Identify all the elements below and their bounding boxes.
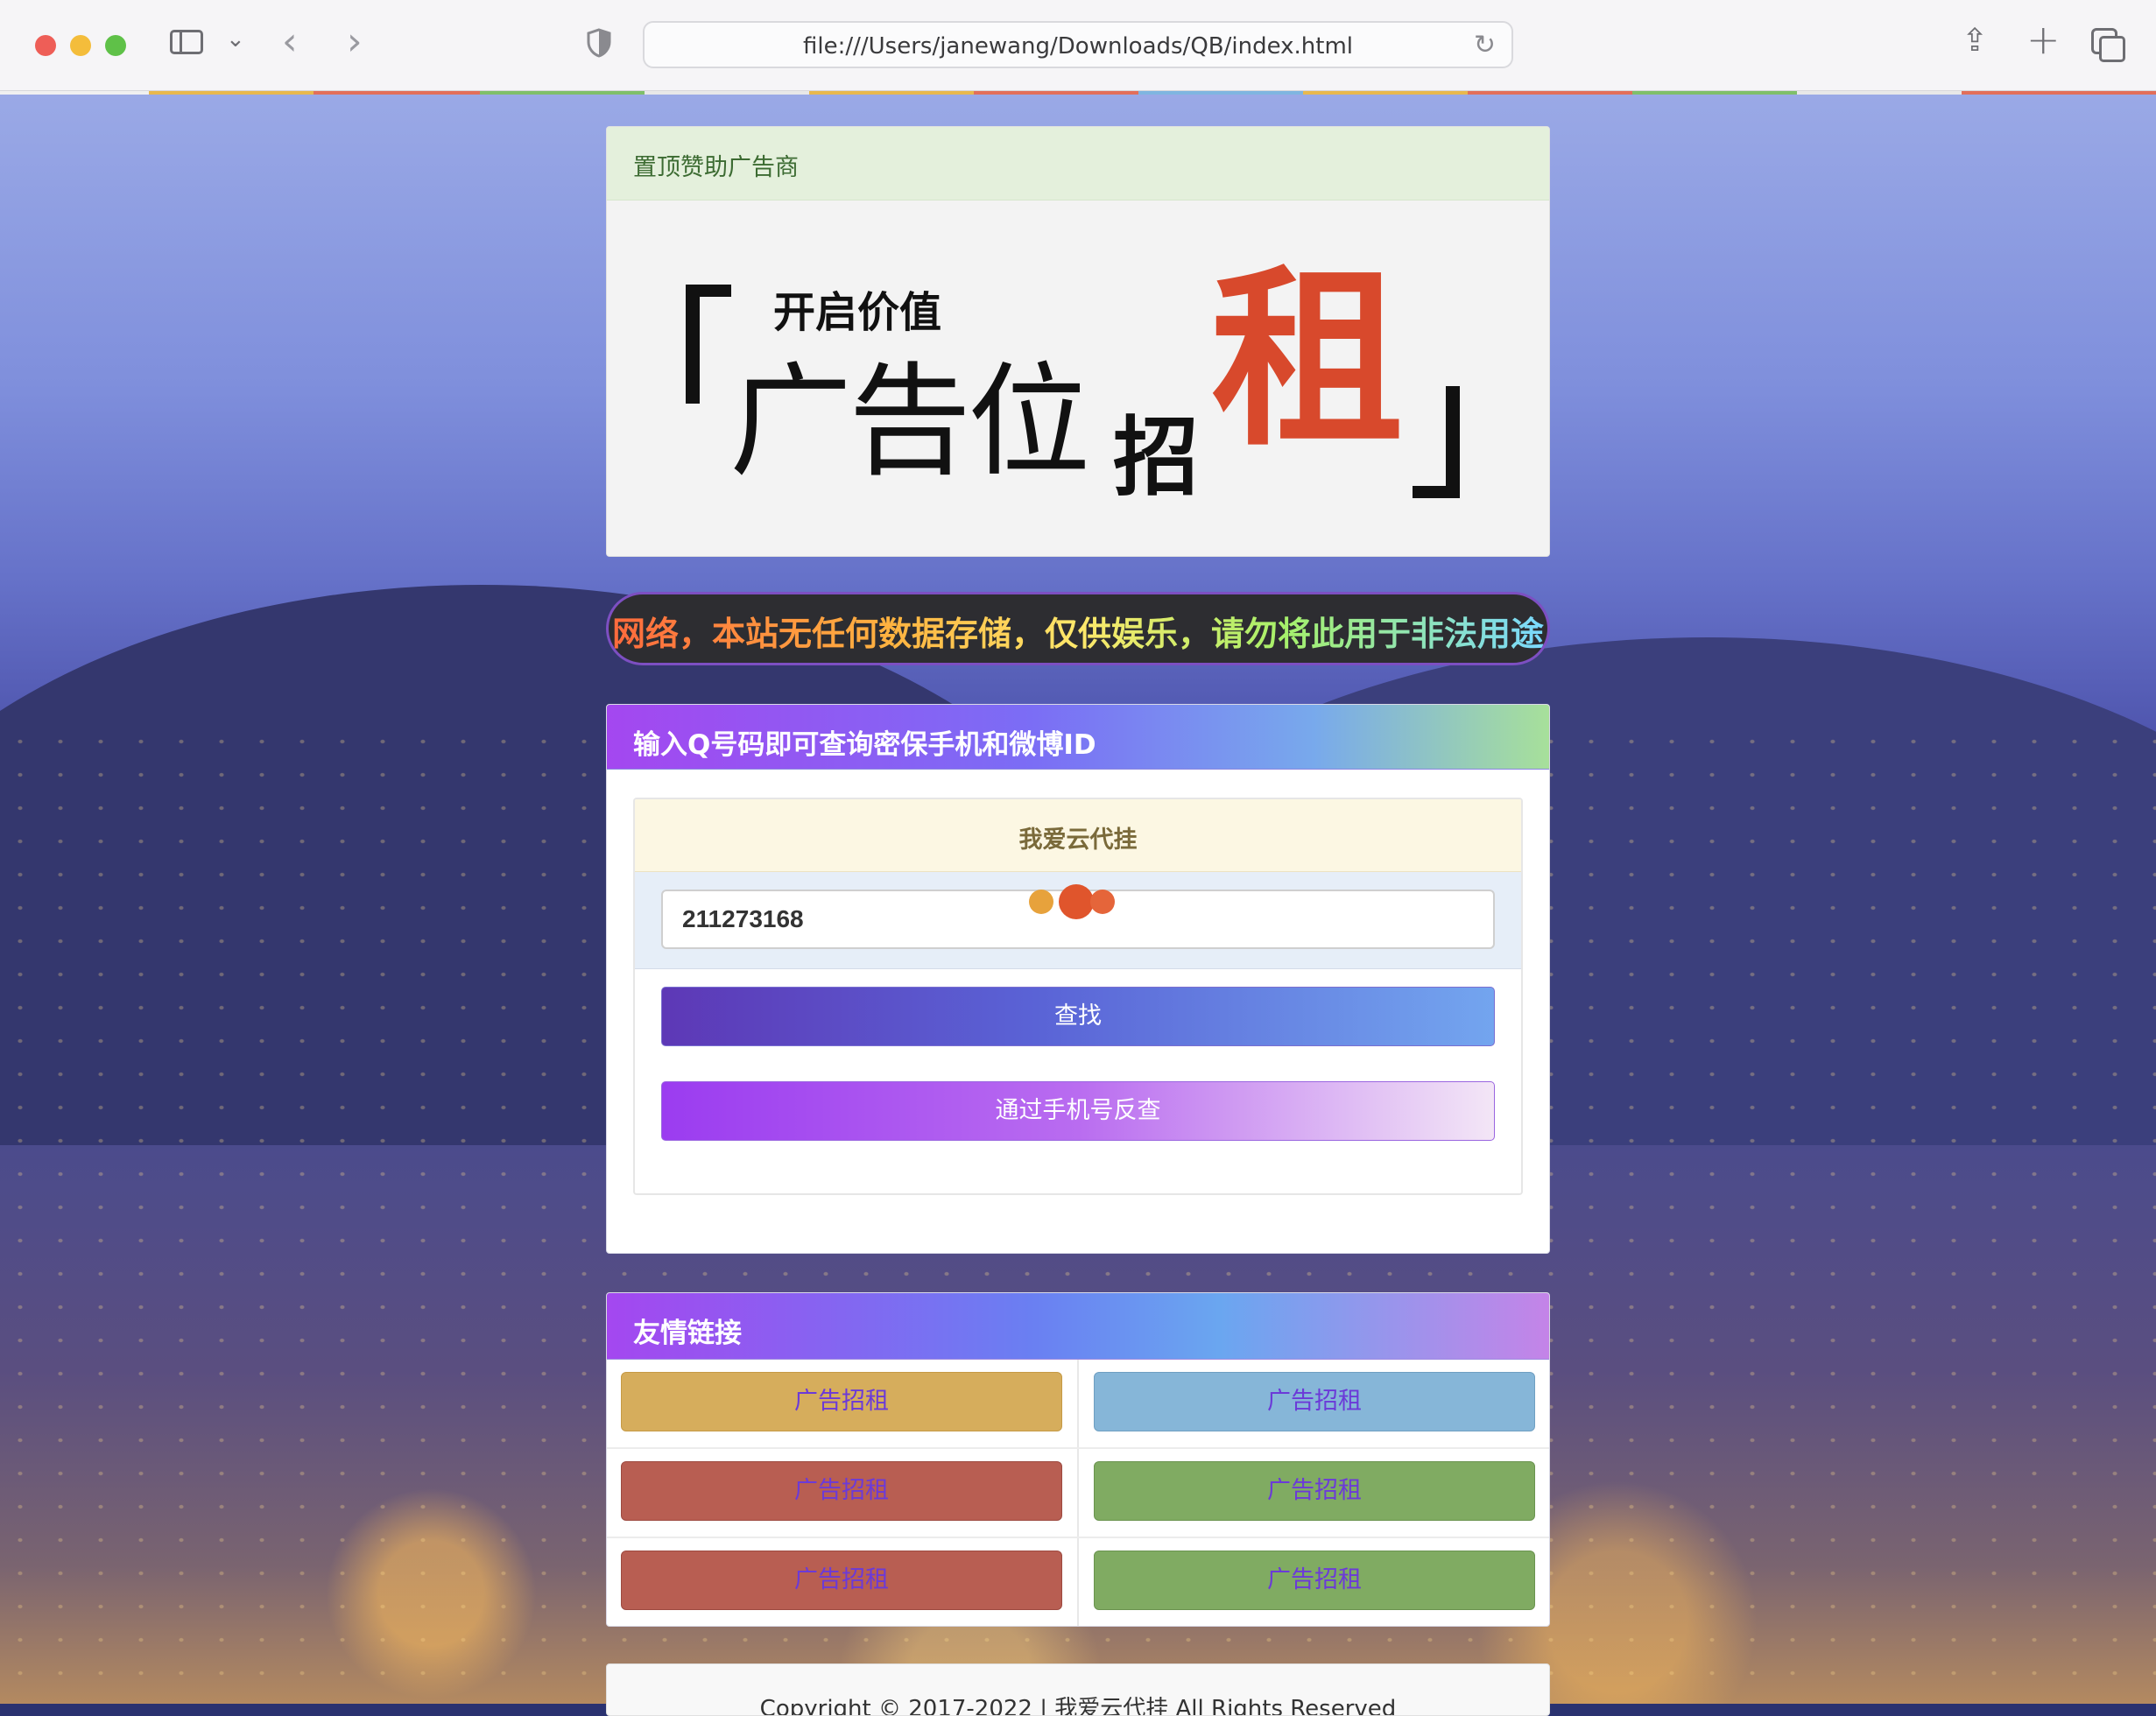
url-text[interactable]: file:///Users/janewang/Downloads/QB/inde… <box>645 33 1511 60</box>
reload-icon[interactable]: ↻ <box>1474 30 1496 60</box>
sidebar-toggle-icon[interactable] <box>170 30 203 54</box>
new-tab-icon[interactable]: + <box>2026 16 2061 63</box>
loading-dots-icon <box>1029 883 1117 919</box>
share-icon[interactable]: ⇪ <box>1962 23 1988 59</box>
banner-mid-text: 招 <box>1113 408 1200 508</box>
chevron-down-icon[interactable]: ⌄ <box>226 26 245 53</box>
banner-right-bracket <box>1413 386 1460 498</box>
sponsor-ad-title: 置顶赞助广告商 <box>633 154 799 181</box>
sponsor-ad-card: 置顶赞助广告商 开启价值 广告位 招 租 <box>606 126 1550 557</box>
ad-banner-image[interactable]: 开启价值 广告位 招 租 <box>607 200 1549 556</box>
query-panel-title: 我爱云代挂 <box>1018 826 1138 854</box>
copyright-text: Copyright © 2017-2022 | 我爱云代挂 All Rights… <box>759 1696 1397 1716</box>
query-panel-header: 我爱云代挂 <box>635 799 1521 872</box>
banner-big-text: 广告位 <box>729 351 1090 494</box>
privacy-shield-icon[interactable] <box>587 28 611 58</box>
back-arrow-icon[interactable]: ‹ <box>282 19 298 64</box>
friend-link-3[interactable]: 广告招租 <box>621 1461 1062 1521</box>
close-window-button[interactable] <box>35 35 56 56</box>
banner-left-bracket <box>686 285 731 404</box>
grid-divider <box>607 1537 1549 1538</box>
zoom-window-button[interactable] <box>105 35 126 56</box>
friend-link-2[interactable]: 广告招租 <box>1094 1372 1535 1431</box>
forward-arrow-icon[interactable]: › <box>347 19 363 64</box>
friend-links-header: 友情链接 <box>607 1293 1549 1360</box>
friend-link-5[interactable]: 广告招租 <box>621 1551 1062 1610</box>
friend-links-grid: 广告招租 广告招租 广告招租 广告招租 广告招租 广告招租 <box>607 1360 1549 1626</box>
query-header: 输入Q号码即可查询密保手机和微博ID <box>607 705 1549 770</box>
tab-overview-icon[interactable] <box>2091 28 2125 62</box>
search-button[interactable]: 查找 <box>661 987 1495 1046</box>
query-card: 输入Q号码即可查询密保手机和微博ID 我爱云代挂 查找 通过手机号反查 <box>606 704 1550 1254</box>
notice-marquee: 网络，本站无任何数据存储，仅供娱乐，请勿将此用于非法用途 <box>606 592 1550 665</box>
reverse-phone-lookup-button[interactable]: 通过手机号反查 <box>661 1081 1495 1141</box>
friend-link-4[interactable]: 广告招租 <box>1094 1461 1535 1521</box>
footer: Copyright © 2017-2022 | 我爱云代挂 All Rights… <box>606 1663 1550 1716</box>
friend-links-card: 友情链接 广告招租 广告招租 广告招租 广告招租 广告招租 广告招租 <box>606 1292 1550 1627</box>
minimize-window-button[interactable] <box>70 35 91 56</box>
browser-toolbar: ⌄ ‹ › file:///Users/janewang/Downloads/Q… <box>0 0 2156 91</box>
friend-links-title: 友情链接 <box>633 1318 742 1349</box>
friend-link-6[interactable]: 广告招租 <box>1094 1551 1535 1610</box>
query-title: 输入Q号码即可查询密保手机和微博ID <box>633 729 1096 761</box>
friend-link-1[interactable]: 广告招租 <box>621 1372 1062 1431</box>
banner-red-text: 租 <box>1211 248 1405 472</box>
sponsor-ad-header: 置顶赞助广告商 <box>607 127 1549 200</box>
marquee-text: 网络，本站无任何数据存储，仅供娱乐，请勿将此用于非法用途 <box>612 607 1544 655</box>
grid-divider <box>1077 1360 1079 1626</box>
query-panel: 我爱云代挂 查找 通过手机号反查 <box>633 798 1523 1195</box>
qq-input-row <box>635 872 1521 969</box>
address-bar[interactable]: file:///Users/janewang/Downloads/QB/inde… <box>643 21 1513 68</box>
grid-divider <box>607 1447 1549 1449</box>
